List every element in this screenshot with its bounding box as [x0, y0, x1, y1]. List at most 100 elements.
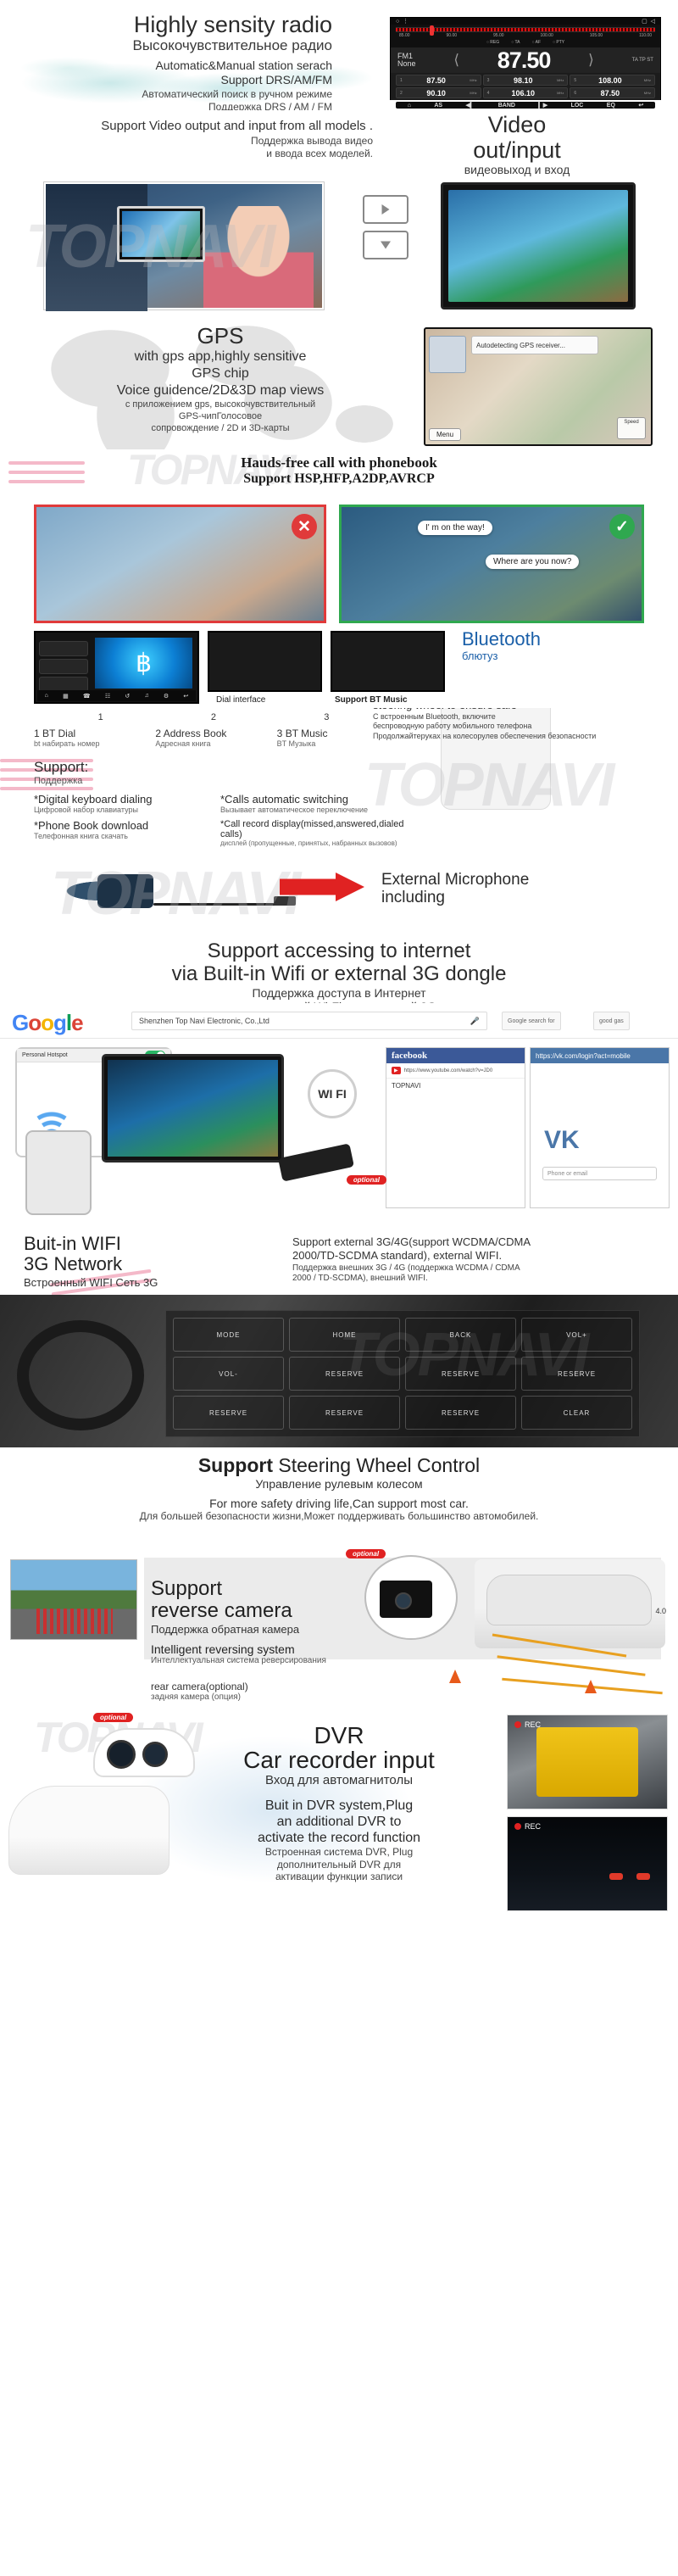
swc-text-block: Support Steering Wheel Control Управлени… — [0, 1454, 678, 1522]
swc-cell[interactable]: RESERVE — [405, 1396, 516, 1430]
bt-banner-line2: Support HSP,HFP,A2DP,AVRCP — [243, 471, 435, 486]
tune-down-icon[interactable]: ⟨ — [453, 52, 459, 69]
support-label-ru: Поддержка — [34, 776, 83, 786]
settings-icon[interactable]: ⚙ — [164, 693, 169, 700]
preset-button[interactable]: 6 87.50 MHz — [570, 87, 655, 98]
swc-cell[interactable]: RESERVE — [521, 1357, 632, 1391]
bt-music-icon[interactable]: ♫ — [144, 693, 148, 699]
dvr-subtitle-ru: Вход для автомагнитолы — [265, 1772, 413, 1787]
dvr-lens-secondary — [142, 1742, 168, 1767]
microphone-text: External Microphone including — [381, 871, 661, 907]
vk-browser[interactable]: https://vk.com/login?act=mobile VK Phone… — [530, 1047, 670, 1208]
back-icon[interactable]: ↩ — [638, 102, 643, 109]
rds-pty-toggle[interactable]: PTY — [553, 40, 564, 45]
youtube-url-row[interactable]: ▶ https://www.youtube.com/watch?v=JD0 — [386, 1063, 525, 1079]
gps-navigation-screen[interactable]: Autodetecting GPS receiver... Menu Speed — [424, 327, 653, 446]
contacts-icon[interactable]: ☷ — [105, 693, 110, 700]
preset-button[interactable]: 3 98.10 MHz — [482, 75, 569, 86]
google-search-button[interactable]: Google search for — [502, 1012, 561, 1030]
rds-reg-toggle[interactable]: REG — [486, 40, 499, 45]
vk-url-bar[interactable]: https://vk.com/login?act=mobile — [531, 1048, 669, 1063]
home-icon[interactable]: ⌂ — [408, 103, 411, 109]
preset-frequency: 106.10 — [511, 88, 536, 98]
swc-body-ru: Для большей безопасности жизни,Может под… — [139, 1510, 539, 1522]
radio-title-en: Highly sensity radio — [133, 12, 332, 37]
bt-navigation-bar[interactable]: ⌂ ▦ ☎ ☷ ↺ ♫ ⚙ ↩ — [37, 690, 196, 701]
rds-ta-toggle[interactable]: TA — [511, 40, 520, 45]
logo-letter: o — [41, 1010, 54, 1035]
swc-cell[interactable]: RESERVE — [289, 1396, 400, 1430]
feature-en: *Digital keyboard dialing — [34, 793, 153, 806]
swc-cell[interactable]: RESERVE — [289, 1357, 400, 1391]
lucky-button[interactable]: good gas — [593, 1012, 630, 1030]
previous-track-icon[interactable]: ◀▎ — [466, 102, 475, 109]
dvr-body-en-2: an additional DVR to — [276, 1814, 402, 1829]
video-desc-ru1: Поддержка вывода видео — [250, 134, 373, 147]
home-icon[interactable]: ⌂ — [45, 693, 48, 699]
gps-line3-ru: сопровождение / 2D и 3D-карты — [151, 422, 290, 433]
dial-interface-screen[interactable] — [208, 631, 322, 692]
call-icon[interactable]: ☎ — [83, 693, 91, 700]
tune-up-icon[interactable]: ⟩ — [588, 52, 594, 69]
vk-login-input[interactable]: Phone or email — [542, 1167, 657, 1180]
radio-frequency-row: FM1 None ⟨ 87.50 ⟩ TA TP ST — [391, 47, 660, 73]
tablet-head-unit — [102, 1054, 284, 1163]
camera-text-block: Support reverse camera Поддержка обратна… — [151, 1577, 371, 1702]
swc-cell[interactable]: VOL- — [173, 1357, 284, 1391]
radio-rds-row[interactable]: REG TA AF PTY — [396, 38, 655, 46]
band-button[interactable]: BAND — [498, 103, 515, 109]
rds-af-toggle[interactable]: AF — [531, 40, 541, 45]
wifi-body-en2: 2000/TD-SCDMA standard), external WIFI. — [292, 1249, 503, 1263]
swc-cell[interactable]: MODE — [173, 1318, 284, 1352]
radio-line2-en: Support DRS/AM/FM — [220, 73, 332, 87]
next-track-icon[interactable]: ▎▶ — [538, 102, 547, 109]
preset-button[interactable]: 5 108.00 MHz — [570, 75, 655, 86]
scale-tick: 90.00 — [446, 33, 458, 38]
radio-dial[interactable]: 85.00 90.00 95.00 100.00 105.00 110.00 R… — [391, 25, 660, 47]
facebook-logo: facebook — [386, 1048, 525, 1063]
video-desc-block: Support Video output and input from all … — [68, 119, 373, 160]
microphone-icon[interactable]: 🎤 — [470, 1017, 480, 1026]
map-menu-button[interactable]: Menu — [429, 428, 462, 441]
video-desc-en: Support Video output and input from all … — [101, 119, 373, 133]
radio-title-ru: Высокочувствительное радио — [132, 37, 333, 54]
distance-label: 4.0 — [655, 1607, 666, 1615]
loc-button[interactable]: LOC — [571, 103, 584, 109]
window-icons[interactable]: ▢ ◁ — [642, 18, 655, 25]
swc-mapping-panel[interactable]: MODE HOME BACK VOL+ VOL- RESERVE RESERVE… — [165, 1310, 640, 1437]
tablet-screen — [108, 1060, 278, 1157]
radio-needle[interactable] — [430, 25, 434, 36]
call-log-icon[interactable]: ↺ — [125, 693, 130, 700]
gps-title: GPS — [197, 323, 244, 348]
wifi-title-block: Buit-in WIFI 3G Network Встроенный WIFI … — [24, 1233, 278, 1289]
keypad-icon[interactable]: ▦ — [63, 693, 69, 700]
radio-screen[interactable]: ○ ⋮ ▢ ◁ 85.00 90.00 95.00 100.00 105.00 … — [390, 17, 661, 109]
back-icon[interactable]: ↩ — [183, 693, 188, 700]
swc-cell[interactable]: RESERVE — [173, 1396, 284, 1430]
eq-button[interactable]: EQ — [607, 103, 615, 109]
bt-side-buttons[interactable] — [39, 641, 88, 692]
preset-number: 3 — [486, 77, 490, 83]
recent-circle-icon[interactable]: ○ ⋮ — [396, 18, 408, 25]
dvr-text-block: DVR Car recorder input Вход для автомагн… — [186, 1723, 492, 1883]
swc-cell[interactable]: HOME — [289, 1318, 400, 1352]
swc-cell[interactable]: BACK — [405, 1318, 516, 1352]
microphone-jack — [274, 896, 296, 906]
as-button[interactable]: AS — [434, 103, 442, 109]
facebook-browser[interactable]: facebook ▶ https://www.youtube.com/watch… — [386, 1047, 525, 1208]
internet-line2-en: via Built-in Wifi or external 3G dongle — [171, 962, 507, 985]
radio-band-scale[interactable] — [396, 25, 655, 36]
bluetooth-main-screen[interactable]: ฿ ⌂ ▦ ☎ ☷ ↺ ♫ ⚙ ↩ — [34, 631, 199, 704]
internet-heading-block: Support accessing to internet via Built-… — [0, 940, 678, 1003]
camera-lens — [395, 1592, 412, 1609]
preset-button[interactable]: 2 90.10 MHz — [396, 87, 481, 98]
search-input[interactable]: Shenzhen Top Navi Electronic, Co.,Ltd 🎤 — [131, 1012, 487, 1030]
feature-row: *Phone Book download Телефонная книга ск… — [34, 819, 407, 847]
swc-cell[interactable]: CLEAR — [521, 1396, 632, 1430]
preset-button[interactable]: 4 106.10 MHz — [482, 87, 569, 98]
swc-cell[interactable]: VOL+ — [521, 1318, 632, 1352]
swc-cell[interactable]: RESERVE — [405, 1357, 516, 1391]
bt-music-screen[interactable] — [331, 631, 445, 692]
rec-label: REC — [525, 1720, 542, 1729]
preset-button[interactable]: 1 87.50 MHz — [396, 75, 481, 86]
